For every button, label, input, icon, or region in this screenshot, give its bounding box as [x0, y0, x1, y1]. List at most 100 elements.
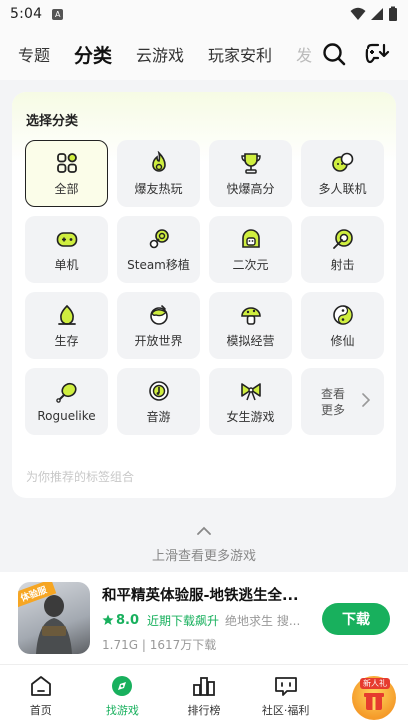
category-single-player[interactable]: 单机	[25, 216, 108, 283]
category-all[interactable]: 全部	[25, 140, 108, 207]
nav-label: 社区·福利	[261, 704, 310, 717]
top-actions	[312, 28, 408, 80]
status-time: 5:04	[10, 6, 43, 22]
globe-icon	[149, 304, 168, 325]
download-button[interactable]: 下载	[322, 603, 390, 635]
tab-cloud-games[interactable]: 云游戏	[136, 42, 184, 66]
tab-player-recommend[interactable]: 玩家安利	[208, 42, 272, 66]
fire-icon	[151, 150, 166, 172]
category-label: Roguelike	[37, 409, 96, 423]
category-high-score[interactable]: 快爆高分	[209, 140, 292, 207]
category-label: 模拟经营	[226, 333, 275, 348]
battery-icon	[389, 6, 397, 21]
game-thumbnail[interactable]: 体验服	[18, 582, 90, 654]
category-rhythm[interactable]: 音游	[117, 368, 200, 435]
chevron-up-icon	[197, 526, 211, 535]
category-simulation[interactable]: 模拟经营	[209, 292, 292, 359]
status-bar: 5:04 A	[0, 0, 408, 28]
star-icon	[102, 614, 114, 625]
category-cultivation[interactable]: 修仙	[301, 292, 384, 359]
category-label: 开放世界	[134, 333, 183, 348]
tab-topics[interactable]: 专题	[18, 42, 50, 66]
category-label: 修仙	[330, 333, 355, 348]
category-label: 二次元	[232, 257, 269, 272]
category-hot[interactable]: 爆友热玩	[117, 140, 200, 207]
category-label: 多人联机	[318, 181, 367, 196]
bottom-nav: 首页 找游戏 排行榜 社区·福利	[0, 664, 408, 726]
game-sub-tags: 绝地求生 搜...	[225, 613, 301, 628]
category-label: 单机	[54, 257, 79, 272]
recommended-tags-heading: 为你推荐的标签组合	[26, 470, 135, 484]
tab-categories[interactable]: 分类	[72, 41, 115, 71]
category-label: 音游	[146, 409, 171, 424]
nav-community[interactable]: 社区·福利	[245, 665, 327, 726]
new-user-gift-button[interactable]: 新人礼	[352, 676, 396, 720]
category-multiplayer[interactable]: 多人联机	[301, 140, 384, 207]
nav-ranking[interactable]: 排行榜	[163, 665, 245, 726]
game-size: 1.71G	[102, 637, 139, 652]
multiplayer-icon	[331, 152, 353, 172]
trophy-icon	[240, 152, 261, 174]
game-stats: 1.71G | 1617万下载	[102, 636, 312, 653]
tab-discover[interactable]: 发	[296, 42, 312, 66]
mushroom-icon	[240, 306, 261, 325]
nav-label: 找游戏	[105, 704, 139, 717]
view-more-line2: 更多	[321, 402, 346, 417]
category-anime[interactable]: 二次元	[209, 216, 292, 283]
category-label: Steam移植	[127, 257, 190, 272]
swipe-up-hint[interactable]: 上滑查看更多游戏	[0, 520, 408, 564]
gift-icon	[364, 693, 384, 710]
category-label: 快爆高分	[226, 181, 275, 196]
category-label: 爆友热玩	[134, 181, 183, 196]
category-label: 射击	[330, 257, 355, 272]
category-grid: 全部 爆友热玩 快爆高分 多人联机 单机 Steam移植 二次元 射击 生存 开…	[25, 140, 384, 435]
category-label: 全部	[54, 181, 79, 196]
home-icon	[30, 676, 51, 696]
category-girls-games[interactable]: 女生游戏	[209, 368, 292, 435]
category-shooter[interactable]: 射击	[301, 216, 384, 283]
game-title[interactable]: 和平精英体验服-地铁逃生全...	[102, 584, 312, 605]
game-trend-tag: 近期下载飙升	[147, 613, 220, 628]
notification-icon: A	[52, 8, 64, 20]
steam-icon	[149, 228, 169, 248]
game-downloads: 1617万下载	[149, 637, 217, 652]
chevron-right-icon	[362, 393, 370, 407]
search-icon[interactable]	[322, 42, 346, 66]
game-card[interactable]: 体验服 和平精英体验服-地铁逃生全... 8.0 近期下载飙升 绝地求生 搜..…	[0, 572, 408, 664]
view-more-button[interactable]: 查看 更多	[301, 368, 384, 435]
game-meta: 8.0 近期下载飙升 绝地求生 搜...	[102, 612, 312, 629]
wifi-icon	[350, 7, 366, 20]
category-panel: 选择分类 全部 爆友热玩 快爆高分 多人联机 单机 Steam移植 二次元 射击…	[12, 92, 396, 498]
grid-icon	[56, 152, 77, 173]
view-more-line1: 查看	[321, 386, 346, 401]
top-nav: 专题 分类 云游戏 玩家安利 发	[0, 28, 408, 80]
signal-icon	[371, 8, 383, 20]
campfire-icon	[57, 304, 76, 325]
category-steam-port[interactable]: Steam移植	[117, 216, 200, 283]
nav-find-game[interactable]: 找游戏	[82, 665, 164, 726]
category-label: 女生游戏	[226, 409, 275, 424]
bow-icon	[240, 382, 261, 400]
game-info: 和平精英体验服-地铁逃生全... 8.0 近期下载飙升 绝地求生 搜... 1.…	[102, 584, 312, 653]
nav-home[interactable]: 首页	[0, 665, 82, 726]
music-icon	[148, 380, 169, 401]
panel-title: 选择分类	[26, 114, 79, 129]
target-icon	[332, 228, 353, 249]
nav-label: 排行榜	[187, 704, 221, 717]
view-more-label: 查看 更多	[321, 386, 349, 418]
category-roguelike[interactable]: Roguelike	[25, 368, 108, 435]
soldier-illustration	[36, 595, 72, 654]
gamepad-icon	[56, 231, 77, 247]
swipe-up-text: 上滑查看更多游戏	[151, 549, 256, 564]
gamepad-download-icon[interactable]	[364, 42, 390, 66]
nav-label: 首页	[29, 704, 52, 717]
yin-yang-icon	[332, 304, 353, 325]
category-label: 生存	[54, 333, 79, 348]
anime-icon	[241, 228, 260, 248]
stats-divider: |	[141, 637, 150, 652]
category-survival[interactable]: 生存	[25, 292, 108, 359]
community-icon	[274, 677, 297, 696]
meat-icon	[55, 382, 77, 403]
category-open-world[interactable]: 开放世界	[117, 292, 200, 359]
find-game-icon	[112, 676, 133, 696]
